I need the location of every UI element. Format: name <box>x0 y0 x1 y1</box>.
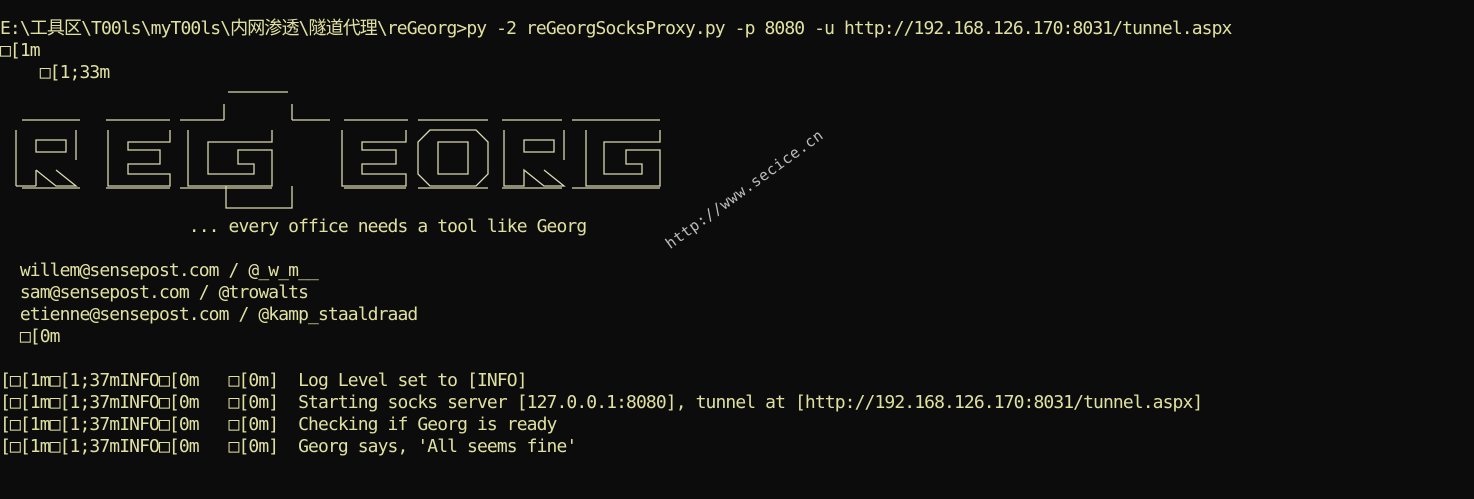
credit-line: etienne@sensepost.com / @kamp_staaldraad <box>0 304 418 325</box>
credit-line: willem@sensepost.com / @_w_m__ <box>0 260 319 281</box>
regeorg-ascii-banner <box>15 91 661 209</box>
watermark-text: http://www.secice.cn <box>662 125 827 253</box>
log-line: [□[1m□[1;37mINFO□[0m □[0m] Log Level set… <box>0 370 528 391</box>
log-line: [□[1m□[1;37mINFO□[0m □[0m] Checking if G… <box>0 414 557 435</box>
credit-line: sam@sensepost.com / @trowalts <box>0 282 309 303</box>
command-line: E:\工具区\T00ls\myT00ls\内网渗透\隧道代理\reGeorg>p… <box>0 18 1232 40</box>
escape-code-line: □[1m <box>0 40 41 61</box>
escape-code-line: □[0m <box>0 326 61 347</box>
terminal-window[interactable]: E:\工具区\T00ls\myT00ls\内网渗透\隧道代理\reGeorg>p… <box>0 0 1474 499</box>
log-line: [□[1m□[1;37mINFO□[0m □[0m] Starting sock… <box>0 392 1203 413</box>
escape-code-line: □[1;33m <box>0 62 110 83</box>
log-line: [□[1m□[1;37mINFO□[0m □[0m] Georg says, '… <box>0 436 577 457</box>
banner-tagline: ... every office needs a tool like Georg <box>0 216 587 237</box>
prompt-path: E:\工具区\T00ls\myT00ls\内网渗透\隧道代理\reGeorg> <box>0 18 467 39</box>
command-text: py -2 reGeorgSocksProxy.py -p 8080 -u ht… <box>466 18 1232 39</box>
